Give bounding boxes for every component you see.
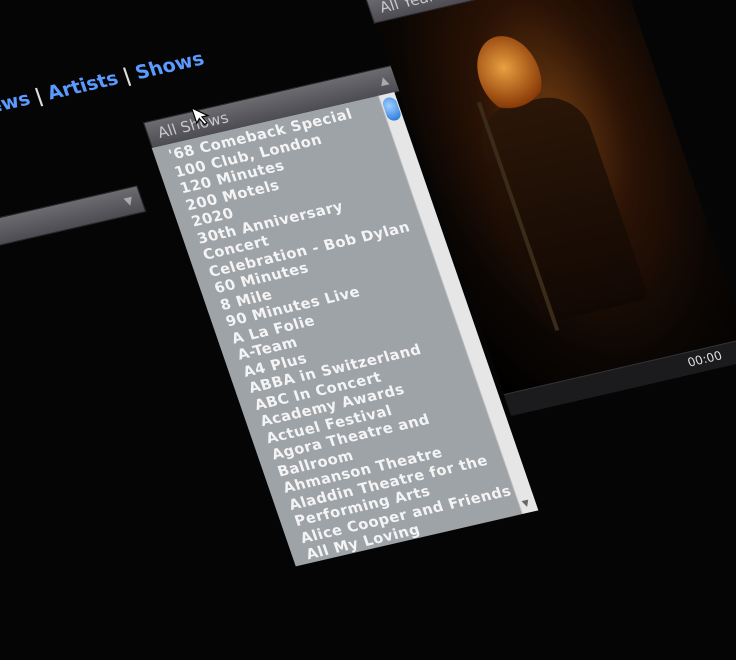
dropdown-arrow-icon: ▼ bbox=[122, 193, 135, 209]
nav-separator: | bbox=[31, 84, 46, 108]
screen-scene: Reviews|Artists|Shows sts ▼ All Shows ▲ … bbox=[0, 0, 736, 647]
time-readout: 00:00 bbox=[685, 348, 724, 370]
dropdown-arrow-icon: ▲ bbox=[377, 73, 391, 88]
performer-figure bbox=[470, 89, 650, 324]
scroll-down-arrow-icon[interactable]: ▼ bbox=[521, 498, 531, 509]
nav-link-artists[interactable]: Artists bbox=[44, 67, 121, 104]
nav-link-shows[interactable]: Shows bbox=[132, 48, 207, 84]
nav-separator: | bbox=[119, 64, 134, 88]
nav-link-reviews[interactable]: Reviews bbox=[0, 88, 33, 129]
artists-filter-dropdown[interactable]: sts ▼ bbox=[0, 185, 147, 269]
